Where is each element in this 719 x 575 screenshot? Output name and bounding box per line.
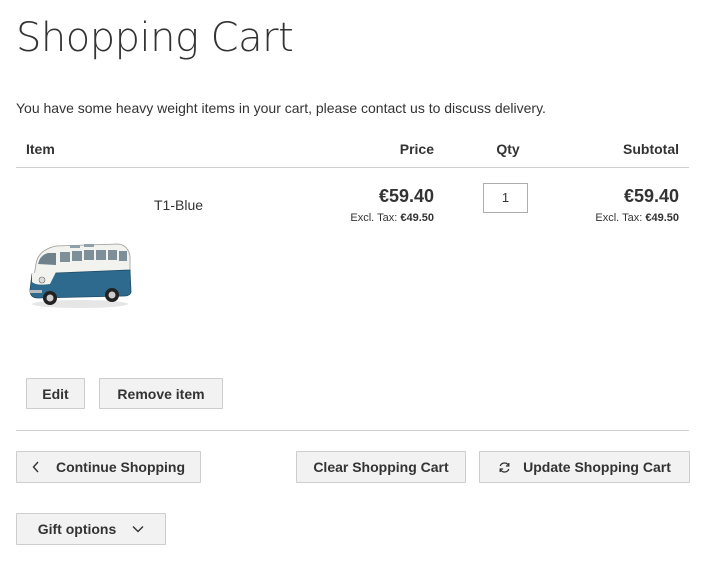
cart-item-subtotal: €59.40 [623,186,679,206]
chevron-down-icon [132,525,144,533]
update-shopping-cart-button[interactable]: Update Shopping Cart [479,451,690,483]
refresh-icon [498,461,511,474]
heavy-item-notice: You have some heavy weight items in your… [16,100,546,116]
update-shopping-cart-label: Update Shopping Cart [523,459,671,475]
cart-actions-divider [16,430,689,431]
gift-options-label: Gift options [37,521,117,537]
continue-shopping-button[interactable]: Continue Shopping [16,451,201,483]
gift-options-toggle[interactable]: Gift options [16,513,166,545]
column-header-item: Item [26,141,55,157]
cart-item-price-excl-tax: Excl. Tax: €49.50 [314,212,434,224]
chevron-left-icon [32,461,40,473]
remove-item-button[interactable]: Remove item [99,378,223,409]
quantity-input[interactable]: 1 [483,183,528,213]
vw-bus-image[interactable] [26,238,134,312]
cart-item-price: €59.40 [378,186,434,206]
excl-tax-label: Excl. Tax: [595,212,643,224]
excl-tax-label: Excl. Tax: [350,212,398,224]
edit-item-button[interactable]: Edit [26,378,85,409]
page-title: Shopping Cart [16,15,294,61]
excl-tax-value: €49.50 [400,212,434,224]
column-header-price: Price [399,141,434,157]
excl-tax-value: €49.50 [645,212,679,224]
cart-item-name[interactable]: T1-Blue [154,197,203,213]
continue-shopping-label: Continue Shopping [55,459,186,475]
cart-item-subtotal-excl-tax: Excl. Tax: €49.50 [539,212,679,224]
column-header-subtotal: Subtotal [623,141,679,157]
column-header-qty: Qty [496,141,520,157]
table-header-divider [16,167,689,168]
clear-shopping-cart-button[interactable]: Clear Shopping Cart [296,451,466,483]
